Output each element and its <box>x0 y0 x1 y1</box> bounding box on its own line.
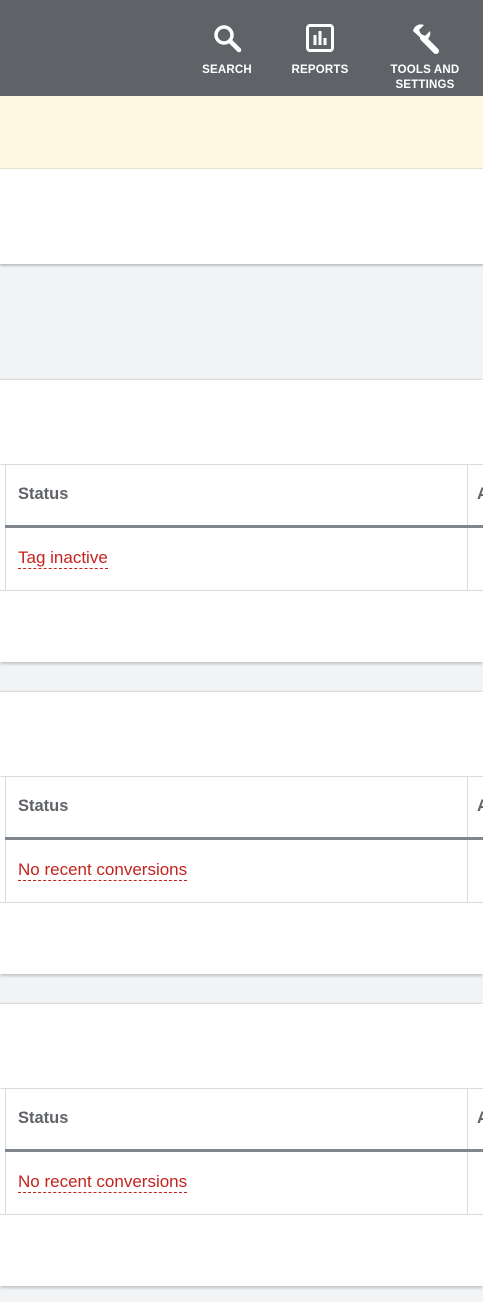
reports-label: REPORTS <box>291 64 349 76</box>
search-label: SEARCH <box>202 64 252 76</box>
conversion-action-card: Status A Tag inactive <box>0 380 483 662</box>
tools-and-settings-label: TOOLS AND SETTINGS <box>390 64 460 91</box>
status-value[interactable]: No recent conversions <box>18 860 188 881</box>
conversion-action-card: Status A No recent conversions <box>0 692 483 974</box>
header-divider <box>5 525 483 528</box>
reports-button[interactable]: REPORTS <box>287 0 353 96</box>
top-navigation-bar: SEARCH REPORTS TOOLS AND SETTINGS <box>0 0 483 96</box>
conversion-table: Status A No recent conversions <box>0 1088 483 1215</box>
tools-and-settings-button[interactable]: TOOLS AND SETTINGS <box>382 0 468 96</box>
notification-banner <box>0 96 483 169</box>
status-column-header[interactable]: Status <box>18 1109 68 1128</box>
wrench-icon <box>409 22 441 54</box>
content-card <box>0 169 483 264</box>
next-column-header[interactable]: A <box>477 797 483 816</box>
status-column-header[interactable]: Status <box>18 485 68 504</box>
next-column-header[interactable]: A <box>477 1109 483 1128</box>
reports-icon <box>304 22 336 54</box>
header-divider <box>5 1149 483 1152</box>
search-button[interactable]: SEARCH <box>197 0 257 96</box>
conversion-table: Status A No recent conversions <box>0 776 483 903</box>
status-value[interactable]: No recent conversions <box>18 1172 188 1193</box>
status-value[interactable]: Tag inactive <box>18 548 108 569</box>
conversion-table: Status A Tag inactive <box>0 464 483 591</box>
conversion-action-card: Status A No recent conversions <box>0 1004 483 1286</box>
header-divider <box>5 837 483 840</box>
search-icon <box>211 22 243 54</box>
status-column-header[interactable]: Status <box>18 797 68 816</box>
next-column-header[interactable]: A <box>477 485 483 504</box>
